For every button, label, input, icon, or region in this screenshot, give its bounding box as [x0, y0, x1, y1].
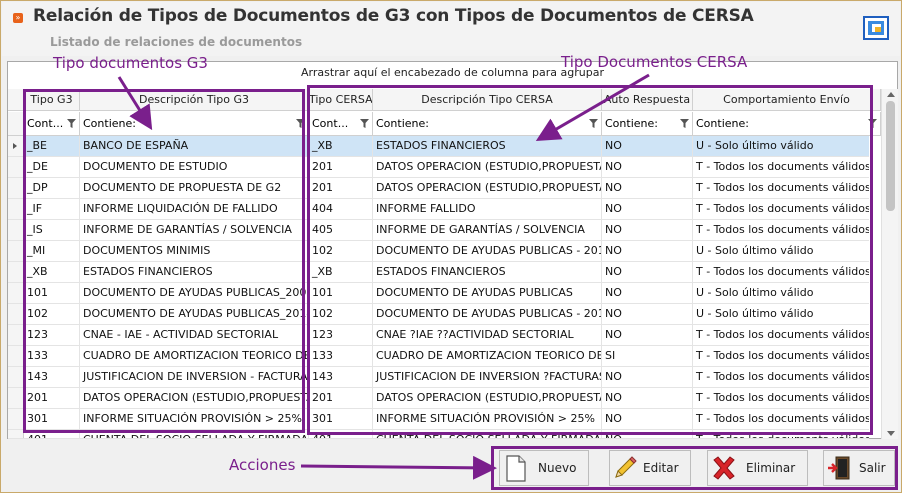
- row-indicator-header: [8, 89, 24, 111]
- row-indicator[interactable]: [8, 346, 24, 366]
- annotation-cersa: Tipo Documentos CERSA: [561, 53, 748, 71]
- app-logo-icon: [863, 16, 889, 40]
- arrow-acciones: [300, 455, 497, 480]
- row-indicator[interactable]: [8, 409, 24, 429]
- current-row-arrow-icon: [13, 143, 17, 149]
- row-indicator[interactable]: [8, 430, 24, 438]
- callout-tipo-cersa: [307, 85, 873, 435]
- row-indicator[interactable]: [8, 283, 24, 303]
- annotation-acciones: Acciones: [229, 456, 296, 474]
- scroll-down-icon[interactable]: [887, 431, 895, 436]
- title-bullet-icon: »: [13, 13, 23, 23]
- row-indicator[interactable]: [8, 367, 24, 387]
- scroll-up-icon[interactable]: [887, 92, 895, 97]
- row-indicator[interactable]: [8, 304, 24, 324]
- page-subtitle: Listado de relaciones de documentos: [50, 35, 303, 49]
- row-indicator[interactable]: [8, 220, 24, 240]
- filter-row-indicator: [8, 112, 24, 136]
- row-indicator[interactable]: [8, 388, 24, 408]
- callout-tipo-g3: [23, 89, 305, 433]
- row-indicator[interactable]: [8, 199, 24, 219]
- header: » Relación de Tipos de Documentos de G3 …: [2, 2, 900, 56]
- row-indicator[interactable]: [8, 325, 24, 345]
- row-indicator[interactable]: [8, 241, 24, 261]
- scroll-thumb[interactable]: [886, 101, 895, 211]
- vertical-scrollbar[interactable]: [881, 89, 898, 439]
- callout-acciones: [491, 446, 898, 490]
- annotation-g3: Tipo documentos G3: [53, 54, 208, 72]
- page-title: Relación de Tipos de Documentos de G3 co…: [33, 6, 754, 26]
- row-indicator[interactable]: [8, 157, 24, 177]
- main-window: » Relación de Tipos de Documentos de G3 …: [0, 0, 902, 493]
- row-indicator[interactable]: [8, 136, 24, 156]
- row-indicator[interactable]: [8, 262, 24, 282]
- row-indicator[interactable]: [8, 178, 24, 198]
